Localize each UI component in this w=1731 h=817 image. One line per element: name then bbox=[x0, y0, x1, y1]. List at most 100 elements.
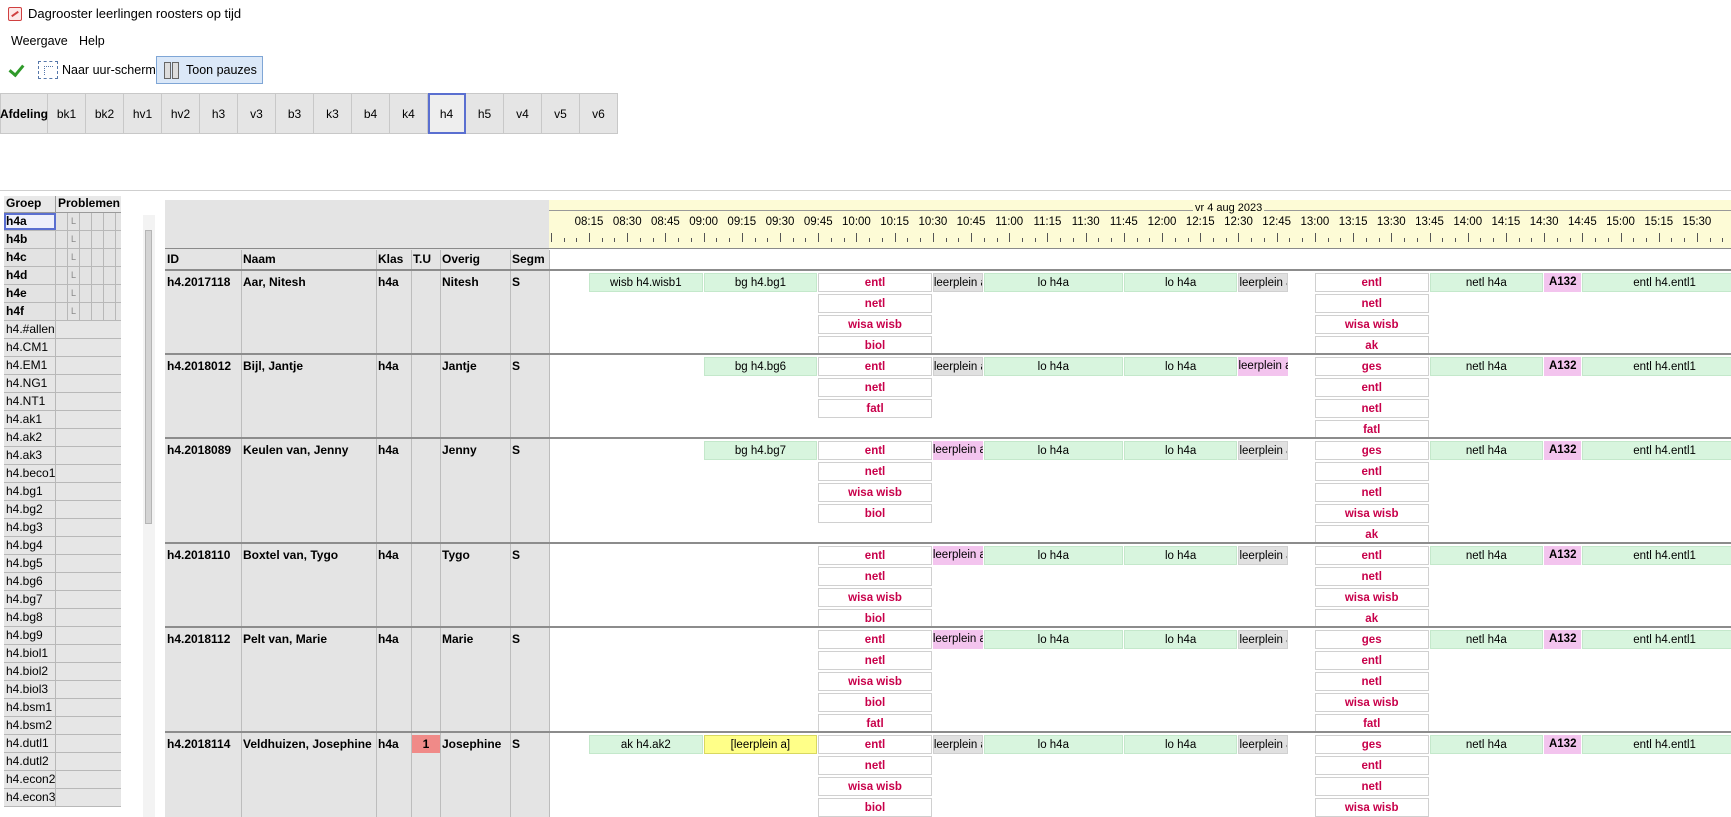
group-row-h4econ3[interactable]: h4.econ3 bbox=[4, 789, 121, 807]
subject-option[interactable]: netl bbox=[1314, 672, 1429, 691]
subject-option[interactable]: entl bbox=[818, 630, 932, 649]
subject-option[interactable]: wisa wisb bbox=[818, 483, 932, 502]
student-name[interactable]: Bijl, Jantje bbox=[243, 359, 303, 373]
subject-option[interactable]: netl bbox=[1314, 567, 1429, 586]
group-row-h4bg8[interactable]: h4.bg8 bbox=[4, 609, 121, 627]
group-row-h4CM1[interactable]: h4.CM1 bbox=[4, 339, 121, 357]
group-row-h4bsm1[interactable]: h4.bsm1 bbox=[4, 699, 121, 717]
lesson-netl[interactable]: netl h4a bbox=[1429, 735, 1544, 754]
group-row-h4allen[interactable]: h4.#allen bbox=[4, 321, 121, 339]
group-row-h4beco1[interactable]: h4.beco1 bbox=[4, 465, 121, 483]
lesson-leerplein[interactable]: leerplein a bbox=[932, 357, 983, 376]
subject-option[interactable]: entl bbox=[1314, 462, 1429, 481]
lesson-entl[interactable]: entl h4.entl1 bbox=[1582, 735, 1731, 754]
department-tab-bk2[interactable]: bk2 bbox=[86, 93, 124, 134]
lesson-leerplein[interactable]: leerplein a bbox=[1238, 273, 1289, 292]
lesson-leerplein[interactable]: leerplein a bbox=[932, 735, 983, 754]
department-tab-b3[interactable]: b3 bbox=[276, 93, 314, 134]
group-row-h4b[interactable]: h4b L bbox=[4, 231, 121, 249]
subject-option[interactable]: entl bbox=[1314, 651, 1429, 670]
subject-option[interactable]: netl bbox=[818, 294, 932, 313]
subject-option[interactable]: wisa wisb bbox=[1314, 798, 1429, 817]
group-row-h4bg4[interactable]: h4.bg4 bbox=[4, 537, 121, 555]
subject-option[interactable]: netl bbox=[818, 378, 932, 397]
student-id[interactable]: h4.2017118 bbox=[167, 275, 230, 289]
lesson-netl[interactable]: netl h4a bbox=[1429, 273, 1544, 292]
group-row-h4ak1[interactable]: h4.ak1 bbox=[4, 411, 121, 429]
subject-option[interactable]: ges bbox=[1314, 735, 1429, 754]
subject-option[interactable]: wisa wisb bbox=[818, 315, 932, 334]
lesson-lo[interactable]: lo h4a bbox=[1123, 630, 1238, 649]
lesson-lo[interactable]: lo h4a bbox=[983, 546, 1123, 565]
subject-option[interactable]: biol bbox=[818, 798, 932, 817]
lesson-lo[interactable]: lo h4a bbox=[1123, 735, 1238, 754]
subject-option[interactable]: entl bbox=[818, 735, 932, 754]
group-row-h4econ2[interactable]: h4.econ2 bbox=[4, 771, 121, 789]
subject-option[interactable]: entl bbox=[1314, 756, 1429, 775]
lesson-lo[interactable]: lo h4a bbox=[983, 735, 1123, 754]
subject-option[interactable]: fatl bbox=[818, 399, 932, 418]
group-row-h4bg6[interactable]: h4.bg6 bbox=[4, 573, 121, 591]
lesson-lo[interactable]: lo h4a bbox=[1123, 441, 1238, 460]
student-name[interactable]: Veldhuizen, Josephine bbox=[243, 737, 372, 751]
department-tab-v3[interactable]: v3 bbox=[238, 93, 276, 134]
subject-option[interactable]: netl bbox=[818, 756, 932, 775]
lesson-lo[interactable]: lo h4a bbox=[983, 630, 1123, 649]
student-name[interactable]: Boxtel van, Tygo bbox=[243, 548, 338, 562]
lesson-leerplein[interactable]: leerplein a bbox=[1238, 630, 1289, 649]
room-badge[interactable]: A132 bbox=[1544, 735, 1582, 754]
department-tab-hv1[interactable]: hv1 bbox=[124, 93, 162, 134]
lesson-leerplein[interactable]: leerplein a bbox=[1238, 735, 1289, 754]
subject-option[interactable]: biol bbox=[818, 504, 932, 523]
group-row-h4d[interactable]: h4d L bbox=[4, 267, 121, 285]
student-id[interactable]: h4.2018110 bbox=[167, 548, 230, 562]
group-row-h4bg3[interactable]: h4.bg3 bbox=[4, 519, 121, 537]
lesson-entl[interactable]: entl h4.entl1 bbox=[1582, 357, 1731, 376]
student-name[interactable]: Aar, Nitesh bbox=[243, 275, 306, 289]
department-tab-h5[interactable]: h5 bbox=[466, 93, 504, 134]
vertical-scrollbar-thumb[interactable] bbox=[145, 230, 152, 524]
group-row-h4dutl2[interactable]: h4.dutl2 bbox=[4, 753, 121, 771]
lesson-block[interactable]: bg h4.bg6 bbox=[703, 357, 818, 376]
naar-uur-scherm-button[interactable]: Naar uur-scherm bbox=[33, 56, 161, 84]
group-row-h4bg5[interactable]: h4.bg5 bbox=[4, 555, 121, 573]
toon-pauzes-button[interactable]: Toon pauzes bbox=[156, 56, 263, 84]
lesson-entl[interactable]: entl h4.entl1 bbox=[1582, 630, 1731, 649]
col-klas[interactable]: Klas bbox=[378, 252, 403, 266]
lesson-leerplein[interactable]: leerplein a bbox=[1238, 546, 1289, 565]
subject-option[interactable]: netl bbox=[818, 651, 932, 670]
lesson-leerplein[interactable]: leerplein a bbox=[932, 630, 983, 649]
subject-option[interactable]: entl bbox=[1314, 273, 1429, 292]
student-id[interactable]: h4.2018114 bbox=[167, 737, 230, 751]
group-row-h4ak3[interactable]: h4.ak3 bbox=[4, 447, 121, 465]
col-tu[interactable]: T.U bbox=[413, 252, 431, 266]
department-tab-h3[interactable]: h3 bbox=[200, 93, 238, 134]
subject-option[interactable]: entl bbox=[818, 357, 932, 376]
lesson-lo[interactable]: lo h4a bbox=[983, 441, 1123, 460]
group-row-h4biol2[interactable]: h4.biol2 bbox=[4, 663, 121, 681]
room-badge[interactable]: A132 bbox=[1544, 630, 1582, 649]
group-row-h4bg1[interactable]: h4.bg1 bbox=[4, 483, 121, 501]
department-tab-h4[interactable]: h4 bbox=[428, 93, 466, 134]
subject-option[interactable]: netl bbox=[818, 462, 932, 481]
department-tab-k4[interactable]: k4 bbox=[390, 93, 428, 134]
lesson-netl[interactable]: netl h4a bbox=[1429, 441, 1544, 460]
lesson-entl[interactable]: entl h4.entl1 bbox=[1582, 441, 1731, 460]
group-row-h4dutl1[interactable]: h4.dutl1 bbox=[4, 735, 121, 753]
group-row-h4f[interactable]: h4f L bbox=[4, 303, 121, 321]
menu-weergave[interactable]: Weergave bbox=[11, 34, 68, 48]
lesson-entl[interactable]: entl h4.entl1 bbox=[1582, 546, 1731, 565]
student-id[interactable]: h4.2018112 bbox=[167, 632, 230, 646]
department-tab-v4[interactable]: v4 bbox=[504, 93, 542, 134]
subject-option[interactable]: ges bbox=[1314, 357, 1429, 376]
department-tab-b4[interactable]: b4 bbox=[352, 93, 390, 134]
subject-option[interactable]: wisa wisb bbox=[1314, 588, 1429, 607]
group-row-h4bsm2[interactable]: h4.bsm2 bbox=[4, 717, 121, 735]
lesson-block[interactable]: [leerplein a] bbox=[703, 735, 818, 754]
student-id[interactable]: h4.2018012 bbox=[167, 359, 231, 373]
group-row-h4EM1[interactable]: h4.EM1 bbox=[4, 357, 121, 375]
room-badge[interactable]: A132 bbox=[1544, 357, 1582, 376]
col-naam[interactable]: Naam bbox=[243, 252, 276, 266]
group-row-h4c[interactable]: h4c L bbox=[4, 249, 121, 267]
lesson-block[interactable]: ak h4.ak2 bbox=[589, 735, 703, 754]
